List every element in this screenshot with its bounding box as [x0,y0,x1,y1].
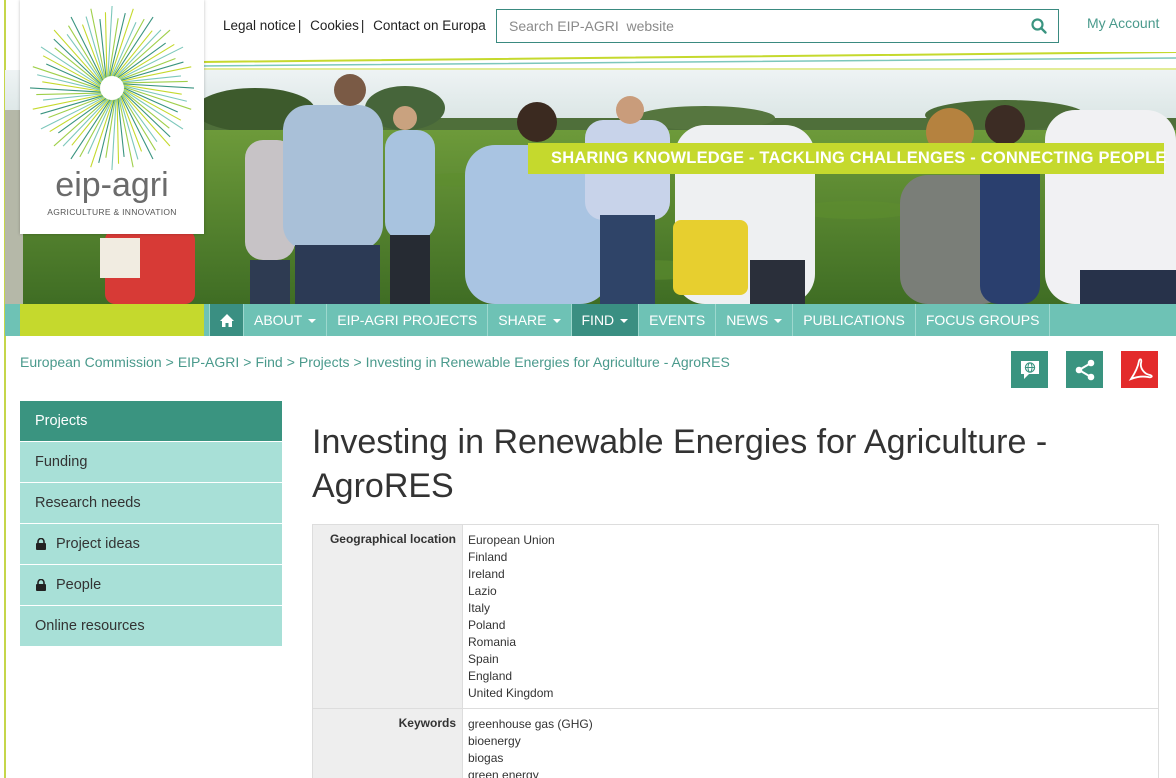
list-item: Spain [468,652,499,666]
sidebar-item-label: Research needs [35,495,141,511]
breadcrumb-separator: > [165,354,174,370]
list-item: Italy [468,601,491,615]
eip-agri-logo[interactable]: eip-agri AGRICULTURE & INNOVATION [20,0,204,234]
breadcrumb-find[interactable]: Find [255,354,282,370]
sidebar: Projects Funding Research needs Project … [20,401,282,647]
home-button[interactable] [209,304,243,336]
lock-icon [36,579,46,591]
search-input[interactable] [497,10,997,42]
logo-wordmark: eip-agri [55,166,169,204]
sidebar-item-label: People [56,577,102,593]
sidebar-item-funding[interactable]: Funding [20,442,282,482]
list-item: bioenergy [468,734,521,748]
breadcrumb-separator: > [353,354,362,370]
nav-events[interactable]: EVENTS [638,304,715,336]
lock-icon [36,538,46,550]
list-item: United Kingdom [468,686,554,700]
list-item: greenhouse gas (GHG) [468,717,593,731]
breadcrumb-projects[interactable]: Projects [299,354,350,370]
breadcrumb-european-commission[interactable]: European Commission [20,354,162,370]
search-box [496,9,1059,43]
list-item: Romania [468,635,517,649]
page-title: Investing in Renewable Energies for Agri… [312,423,1048,505]
pdf-icon [1128,357,1153,381]
nav-label: EIP-AGRI PROJECTS [337,312,478,328]
nav-news[interactable]: NEWS [715,304,792,336]
table-row: Geographical location European Union Fin… [312,524,1159,709]
main-navigation: ABOUT EIP-AGRI PROJECTS SHARE FIND EVENT… [5,304,1176,336]
nav-focus-groups[interactable]: FOCUS GROUPS [914,304,1051,336]
speech-globe-icon [1020,360,1039,379]
nav-label: EVENTS [649,312,706,328]
breadcrumb-separator: > [243,354,252,370]
home-icon [219,313,234,327]
nav-publications[interactable]: PUBLICATIONS [792,304,915,336]
breadcrumb-separator: > [286,354,295,370]
sidebar-item-projects[interactable]: Projects [20,401,282,441]
nav-items: ABOUT EIP-AGRI PROJECTS SHARE FIND EVENT… [209,304,1051,336]
starburst-logo-icon [29,5,195,171]
nav-find[interactable]: FIND [570,304,639,336]
list-item: European Union [468,533,555,547]
search-icon[interactable] [1030,17,1048,35]
list-item: Ireland [468,567,505,581]
list-item: England [468,669,513,683]
breadcrumb-current[interactable]: Investing in Renewable Energies for Agri… [366,354,730,370]
tagline-banner: SHARING KNOWLEDGE - TACKLING CHALLENGES … [528,143,1166,174]
nav-label: SHARE [498,312,547,328]
nav-label: NEWS [726,312,769,328]
list-item: Lazio [468,584,497,598]
geo-location-label: Geographical location [312,524,463,709]
sidebar-item-people[interactable]: People [20,565,282,605]
chevron-down-icon [308,319,317,324]
sidebar-item-label: Online resources [35,618,145,634]
list-item: green energy [468,768,539,778]
breadcrumb: European Commission > EIP-AGRI > Find > Projec… [20,354,730,370]
chevron-down-icon [552,319,561,324]
legal-notice-link[interactable]: Legal notice [223,18,296,33]
keywords-values: greenhouse gas (GHG) bioenergy biogas gr… [462,708,1159,778]
decorative-lines [200,52,1176,70]
contact-europa-link[interactable]: Contact on Europa [373,18,486,33]
nav-about[interactable]: ABOUT [243,304,326,336]
nav-label: ABOUT [254,312,303,328]
utility-links: Legal notice | Cookies | Contact on Europa [223,18,486,33]
breadcrumb-eip-agri[interactable]: EIP-AGRI [178,354,239,370]
sidebar-item-label: Projects [35,413,88,429]
project-info-table: Geographical location European Union Fin… [312,524,1159,778]
table-row: Keywords greenhouse gas (GHG) bioenergy … [312,708,1159,778]
list-item: Finland [468,550,508,564]
sidebar-item-research-needs[interactable]: Research needs [20,483,282,523]
sidebar-item-label: Project ideas [56,536,140,552]
logo-subtitle: AGRICULTURE & INNOVATION [47,207,177,217]
list-item: Poland [468,618,506,632]
nav-label: PUBLICATIONS [803,312,905,328]
nav-label: FOCUS GROUPS [925,312,1040,328]
nav-accent-block [20,304,204,336]
chevron-down-icon [774,319,783,324]
separator: | [360,18,365,33]
list-item: biogas [468,751,504,765]
sidebar-item-online-resources[interactable]: Online resources [20,606,282,646]
geo-location-values: European Union Finland Ireland Lazio Ita… [462,524,1159,709]
nav-eip-agri-projects[interactable]: EIP-AGRI PROJECTS [326,304,487,336]
chevron-down-icon [620,319,629,324]
share-button[interactable] [1066,351,1103,388]
share-icon [1075,359,1094,380]
translate-button[interactable] [1011,351,1048,388]
separator: | [297,18,302,33]
pdf-button[interactable] [1121,351,1158,388]
nav-label: FIND [581,312,615,328]
sidebar-item-label: Funding [35,454,88,470]
nav-share[interactable]: SHARE [487,304,570,336]
cookies-link[interactable]: Cookies [310,18,359,33]
my-account-link[interactable]: My Account [1087,15,1159,31]
keywords-label: Keywords [312,708,463,778]
sidebar-item-project-ideas[interactable]: Project ideas [20,524,282,564]
